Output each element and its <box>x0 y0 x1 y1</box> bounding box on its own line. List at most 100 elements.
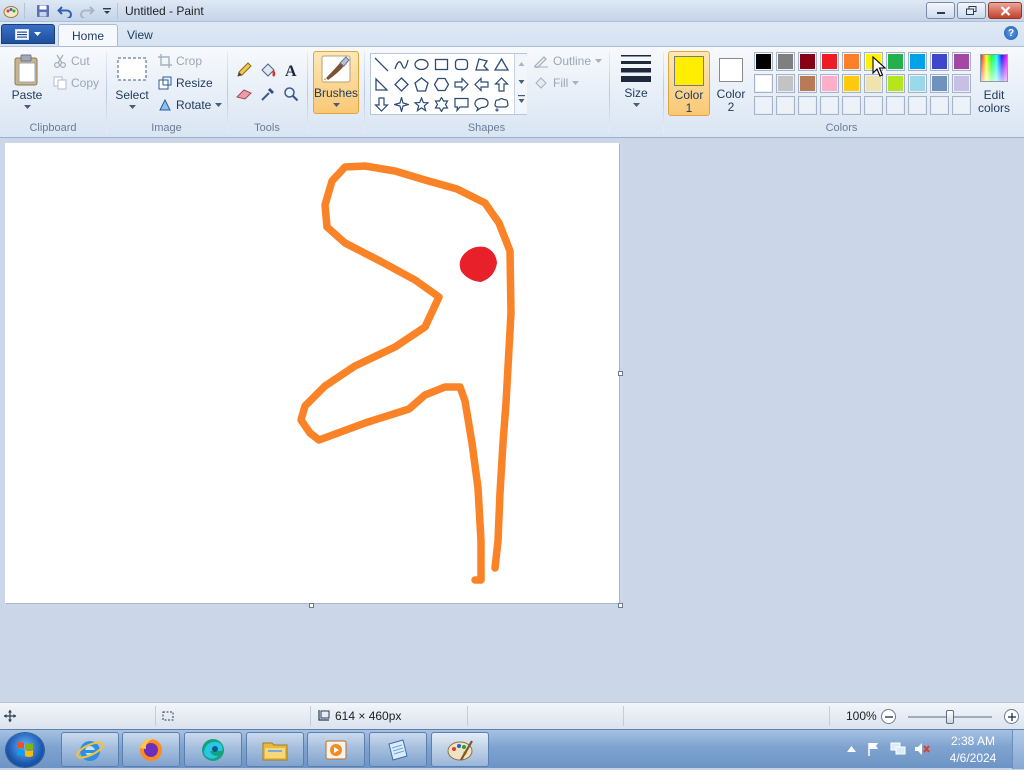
six-point-star-shape-icon[interactable] <box>432 95 451 114</box>
resize-handle-corner[interactable] <box>618 603 623 608</box>
palette-swatch[interactable] <box>952 74 971 93</box>
taskbar-notepad[interactable] <box>369 732 427 767</box>
oval-shape-icon[interactable] <box>412 55 431 74</box>
palette-swatch[interactable] <box>776 52 795 71</box>
rounded-rectangle-shape-icon[interactable] <box>452 55 471 74</box>
palette-swatch[interactable] <box>776 74 795 93</box>
palette-swatch[interactable] <box>930 74 949 93</box>
triangle-shape-icon[interactable] <box>492 55 511 74</box>
tab-view[interactable]: View <box>114 24 166 46</box>
paste-button[interactable]: Paste <box>8 53 46 110</box>
paint-menu-button[interactable] <box>1 24 55 44</box>
customize-quick-access-icon[interactable] <box>98 2 116 20</box>
palette-swatch[interactable] <box>886 74 905 93</box>
zoom-out-button[interactable] <box>881 709 896 724</box>
palette-swatch[interactable] <box>820 96 839 115</box>
shapes-scrollbar[interactable] <box>514 54 527 114</box>
left-arrow-shape-icon[interactable] <box>472 75 491 94</box>
palette-swatch[interactable] <box>930 96 949 115</box>
right-arrow-shape-icon[interactable] <box>452 75 471 94</box>
redo-icon[interactable] <box>78 2 96 20</box>
palette-swatch[interactable] <box>886 52 905 71</box>
taskbar-paint[interactable] <box>431 732 489 767</box>
resize-handle-right[interactable] <box>618 371 623 376</box>
palette-swatch[interactable] <box>908 52 927 71</box>
taskbar-internet-explorer[interactable] <box>61 732 119 767</box>
cut-button[interactable]: Cut <box>53 54 90 68</box>
palette-swatch[interactable] <box>908 74 927 93</box>
hexagon-shape-icon[interactable] <box>432 75 451 94</box>
color-picker-tool[interactable] <box>257 83 278 104</box>
palette-swatch[interactable] <box>908 96 927 115</box>
fill-button[interactable]: Fill <box>533 76 580 90</box>
down-arrow-shape-icon[interactable] <box>372 95 391 114</box>
size-button[interactable]: Size <box>617 53 655 108</box>
fill-tool[interactable] <box>257 59 278 80</box>
tab-home[interactable]: Home <box>58 24 119 46</box>
rectangle-shape-icon[interactable] <box>432 55 451 74</box>
help-icon[interactable]: ? <box>1004 26 1018 40</box>
palette-swatch[interactable] <box>820 52 839 71</box>
palette-swatch[interactable] <box>776 96 795 115</box>
taskbar-firefox[interactable] <box>122 732 180 767</box>
palette-swatch[interactable] <box>952 52 971 71</box>
polygon-shape-icon[interactable] <box>472 55 491 74</box>
paint-app-icon[interactable] <box>2 2 20 20</box>
pentagon-shape-icon[interactable] <box>412 75 431 94</box>
line-shape-icon[interactable] <box>372 55 391 74</box>
eraser-tool[interactable] <box>233 83 254 104</box>
up-arrow-shape-icon[interactable] <box>492 75 511 94</box>
palette-swatch[interactable] <box>930 52 949 71</box>
network-icon[interactable] <box>890 741 906 757</box>
rotate-button[interactable]: Rotate <box>158 98 223 112</box>
crop-button[interactable]: Crop <box>158 54 202 68</box>
palette-swatch[interactable] <box>798 96 817 115</box>
taskbar-edge[interactable] <box>184 732 242 767</box>
brushes-button[interactable]: Brushes <box>313 51 359 114</box>
show-desktop-button[interactable] <box>1012 730 1024 769</box>
palette-swatch[interactable] <box>952 96 971 115</box>
palette-swatch[interactable] <box>842 52 861 71</box>
palette-swatch[interactable] <box>798 74 817 93</box>
taskbar-media-player[interactable] <box>307 732 365 767</box>
outline-button[interactable]: Outline <box>533 54 603 68</box>
minimize-button[interactable] <box>926 2 955 19</box>
select-button[interactable]: Select <box>113 55 151 110</box>
restore-button[interactable] <box>957 2 986 19</box>
action-center-icon[interactable] <box>866 741 882 757</box>
palette-swatch[interactable] <box>864 96 883 115</box>
resize-button[interactable]: Resize <box>158 76 213 90</box>
resize-handle-bottom[interactable] <box>309 603 314 608</box>
five-point-star-shape-icon[interactable] <box>412 95 431 114</box>
edit-colors-button[interactable]: Edit colors <box>975 51 1013 116</box>
four-point-star-shape-icon[interactable] <box>392 95 411 114</box>
palette-swatch[interactable] <box>754 96 773 115</box>
palette-swatch[interactable] <box>886 96 905 115</box>
right-triangle-shape-icon[interactable] <box>372 75 391 94</box>
save-icon[interactable] <box>34 2 52 20</box>
system-clock[interactable]: 2:38 AM 4/6/2024 <box>945 733 1001 767</box>
zoom-slider-thumb[interactable] <box>946 710 954 724</box>
oval-callout-shape-icon[interactable] <box>472 95 491 114</box>
color2-button[interactable]: Color 2 <box>712 51 750 116</box>
cloud-callout-shape-icon[interactable] <box>492 95 511 114</box>
palette-swatch[interactable] <box>820 74 839 93</box>
copy-button[interactable]: Copy <box>53 76 99 90</box>
color1-button[interactable]: Color 1 <box>668 51 710 116</box>
rectangular-callout-shape-icon[interactable] <box>452 95 471 114</box>
curve-shape-icon[interactable] <box>392 55 411 74</box>
volume-muted-icon[interactable] <box>914 741 930 757</box>
close-button[interactable] <box>988 2 1022 19</box>
palette-swatch[interactable] <box>754 52 773 71</box>
taskbar-file-explorer[interactable] <box>246 732 304 767</box>
palette-swatch[interactable] <box>798 52 817 71</box>
zoom-in-button[interactable] <box>1004 709 1019 724</box>
diamond-shape-icon[interactable] <box>392 75 411 94</box>
text-tool[interactable]: A <box>280 59 301 80</box>
drawing-canvas[interactable] <box>5 143 619 603</box>
start-button[interactable] <box>6 733 44 767</box>
palette-swatch[interactable] <box>842 74 861 93</box>
pencil-tool[interactable] <box>233 59 254 80</box>
undo-icon[interactable] <box>56 2 74 20</box>
palette-swatch[interactable] <box>754 74 773 93</box>
